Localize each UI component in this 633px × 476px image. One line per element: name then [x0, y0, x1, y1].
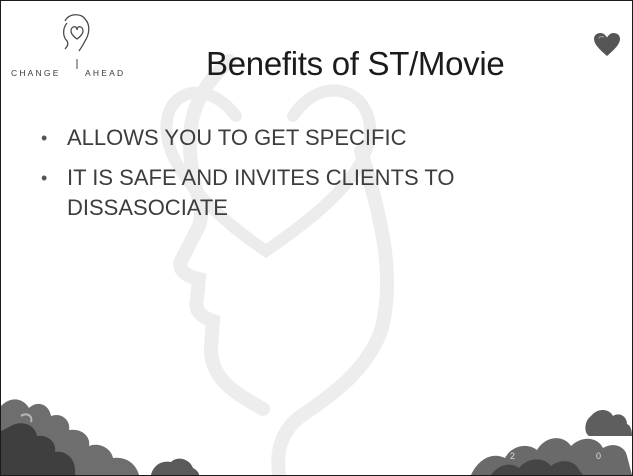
bullet-item: • IT IS SAFE AND INVITES CLIENTS TO DISS… [41, 163, 601, 223]
logo-text-change: CHANGE [11, 68, 61, 78]
logo-text-ahead: AHEAD [85, 68, 126, 78]
change-ahead-logo: CHANGE AHEAD [7, 11, 141, 81]
heart-icon [594, 33, 620, 56]
bullet-marker: • [41, 168, 48, 188]
slide: CHANGE AHEAD Benefits of ST/Movie • ALLO… [0, 0, 633, 476]
bullet-marker: • [41, 128, 48, 148]
bullet-list: • ALLOWS YOU TO GET SPECIFIC • IT IS SAF… [41, 123, 601, 233]
slide-title: Benefits of ST/Movie [206, 45, 505, 82]
bullet-item: • ALLOWS YOU TO GET SPECIFIC [41, 123, 601, 153]
head-with-heart-icon [62, 14, 90, 69]
bullet-text: ALLOWS YOU TO GET SPECIFIC [67, 125, 407, 150]
bottom-left-cloud-decoration [1, 399, 199, 475]
bullet-text: IT IS SAFE AND INVITES CLIENTS TO DISSAS… [67, 165, 455, 220]
bottom-right-cloud-decoration [471, 410, 632, 475]
page-number-right: 0 [596, 451, 602, 461]
page-number-left: 2 [510, 451, 516, 461]
